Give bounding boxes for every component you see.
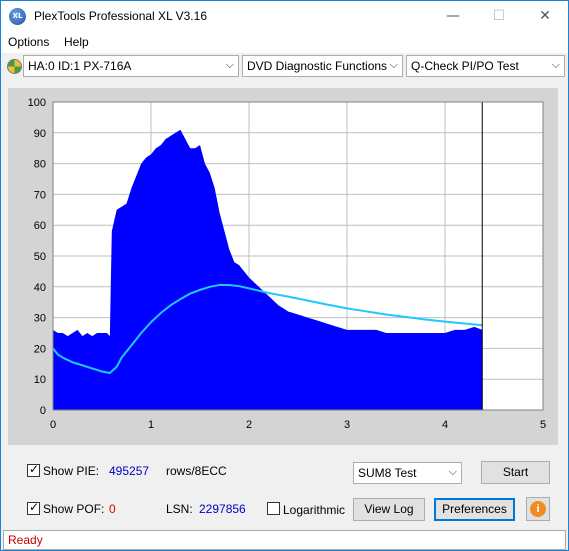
y-tick-label: 20 [34, 343, 46, 355]
disc-drive-icon [7, 59, 22, 74]
y-tick-label: 90 [34, 128, 46, 140]
y-tick-label: 10 [34, 374, 46, 386]
logarithmic-checkbox[interactable] [267, 502, 280, 515]
menu-options[interactable]: Options [8, 35, 49, 49]
y-tick-label: 70 [34, 189, 46, 201]
logarithmic-label: Logarithmic [283, 503, 346, 517]
y-tick-label: 50 [34, 251, 46, 263]
pi-po-chart: 0 1 2 3 4 50102030405060708090100 [28, 97, 546, 431]
info-button[interactable]: i [526, 497, 550, 521]
lsn-label: LSN: [166, 502, 193, 516]
lsn-value: 2297856 [199, 502, 246, 516]
drive-select[interactable]: HA:0 ID:1 PX-716A ⌵ [23, 55, 239, 77]
x-tick-label: 0 [50, 419, 56, 431]
function-select-value: DVD Diagnostic Functions [247, 59, 388, 73]
app-window: XL PlexTools Professional XL V3.16 — ☐ ✕… [0, 0, 569, 551]
y-tick-label: 60 [34, 220, 46, 232]
check-mark-icon: ✓ [29, 500, 40, 514]
menu-help[interactable]: Help [64, 35, 89, 49]
chart-panel: 0 1 2 3 4 5 0 10 20 30 40 50 60 70 80 90 100 [8, 88, 558, 445]
rows-label: rows/8ECC [166, 464, 227, 478]
x-tick-label: 5 [540, 419, 546, 431]
title-bar[interactable]: XL PlexTools Professional XL V3.16 — ☐ ✕ [1, 1, 568, 31]
x-tick-label: 3 [344, 419, 350, 431]
close-button[interactable]: ✕ [522, 1, 568, 31]
sum-test-select[interactable]: SUM8 Test ⌵ [353, 462, 462, 484]
x-tick-label: 4 [442, 419, 448, 431]
status-text: Ready [8, 533, 43, 547]
plextools-logo-icon: XL [9, 8, 26, 25]
view-log-button[interactable]: View Log [353, 498, 425, 521]
chevron-down-icon: ⌵ [551, 58, 560, 71]
x-tick-label: 2 [246, 419, 252, 431]
y-tick-label: 0 [40, 405, 46, 417]
preferences-button[interactable]: Preferences [434, 498, 515, 521]
show-pof-checkbox[interactable]: ✓ [27, 500, 40, 515]
y-tick-label: 80 [34, 159, 46, 171]
info-icon: i [530, 501, 546, 517]
window-title: PlexTools Professional XL V3.16 [34, 9, 207, 23]
pof-value: 0 [109, 502, 116, 516]
chevron-down-icon: ⌵ [448, 465, 457, 478]
pie-value: 495257 [109, 464, 150, 478]
sum-test-value: SUM8 Test [358, 466, 417, 480]
toolbar: HA:0 ID:1 PX-716A ⌵ DVD Diagnostic Funct… [1, 53, 568, 81]
maximize-button[interactable]: ☐ [476, 1, 522, 31]
status-bar: Ready [3, 530, 566, 550]
function-select[interactable]: DVD Diagnostic Functions ⌵ [242, 55, 403, 77]
menu-bar: Options Help [1, 31, 568, 53]
drive-select-value: HA:0 ID:1 PX-716A [28, 59, 132, 73]
show-pie-label: Show PIE: [43, 464, 100, 478]
start-button[interactable]: Start [481, 461, 550, 484]
test-select[interactable]: Q-Check PI/PO Test ⌵ [406, 55, 565, 77]
y-tick-label: 40 [34, 282, 46, 294]
x-tick-label: 1 [148, 419, 154, 431]
show-pof-label: Show POF: [43, 502, 105, 516]
y-tick-label: 30 [34, 313, 46, 325]
test-select-value: Q-Check PI/PO Test [411, 59, 519, 73]
check-mark-icon: ✓ [29, 462, 40, 476]
chevron-down-icon: ⌵ [389, 58, 398, 71]
minimize-button[interactable]: — [430, 1, 476, 31]
chevron-down-icon: ⌵ [225, 58, 234, 71]
show-pie-checkbox[interactable]: ✓ [27, 462, 40, 477]
y-tick-label: 100 [28, 97, 46, 109]
